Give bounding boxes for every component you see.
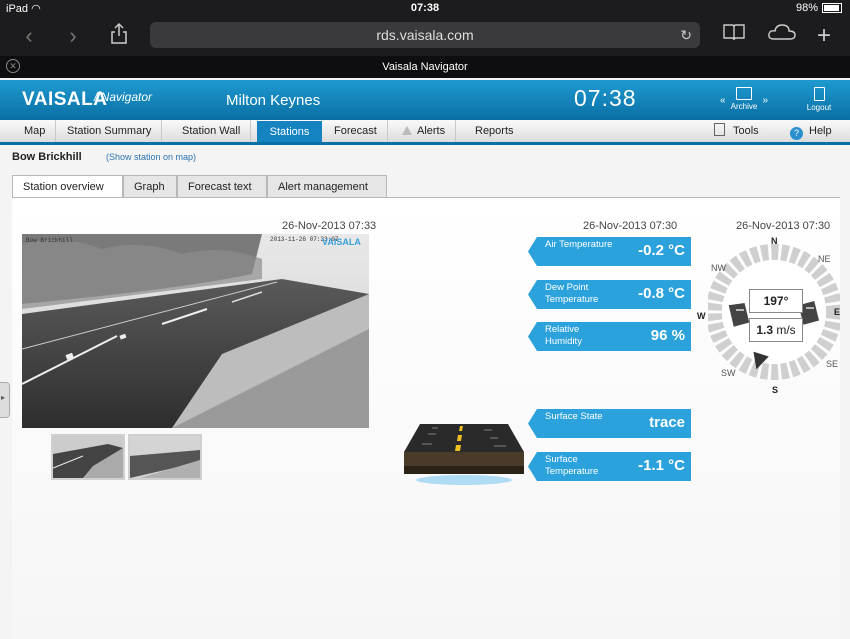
alert-icon [402, 126, 412, 135]
camera-timestamp: 26-Nov-2013 07:33 [282, 220, 377, 232]
compass-w: W [697, 311, 706, 321]
readings-timestamp: 26-Nov-2013 07:30 [583, 220, 678, 232]
camera-overlay-left: Bow Brickhill [26, 237, 73, 244]
surface-temperature-value: -1.1 °C [638, 457, 685, 474]
page-title: Vaisala Navigator [382, 61, 468, 73]
battery-icon [822, 3, 842, 14]
compass-ne: NE [818, 254, 831, 264]
archive-button[interactable]: « Archive » [720, 87, 768, 111]
wind-direction-value: 197° [749, 289, 803, 313]
menu-station-wall[interactable]: Station Wall [172, 120, 252, 142]
page-title-bar: ✕ Vaisala Navigator [0, 56, 850, 78]
location-name: Milton Keynes [226, 92, 321, 109]
surface-state-value: trace [649, 414, 685, 431]
compass-n: N [771, 236, 778, 246]
logout-button[interactable]: Logout [799, 87, 839, 112]
surface-temperature-reading: Surface Temperature -1.1 °C [528, 452, 691, 481]
compass-s: S [772, 385, 779, 395]
road-surface-icon [402, 418, 526, 488]
show-station-on-map-link[interactable]: (Show station on map) [106, 152, 196, 162]
back-icon[interactable]: ‹ [14, 22, 44, 50]
camera-watermark: VAISALA [322, 237, 361, 247]
logout-icon [813, 87, 825, 101]
chevron-right-icon: ▸ [1, 393, 6, 402]
air-temperature-value: -0.2 °C [638, 242, 685, 259]
camera-thumbnail-2[interactable] [128, 434, 202, 480]
cloud-tabs-icon[interactable] [764, 22, 800, 50]
tools-button[interactable]: Tools [704, 120, 769, 142]
share-icon[interactable] [103, 22, 135, 50]
menu-alerts[interactable]: Alerts [392, 120, 457, 142]
menu-map[interactable]: Map [14, 120, 57, 142]
menu-reports[interactable]: Reports [465, 120, 524, 142]
new-tab-icon[interactable]: + [808, 22, 840, 50]
compass-nw: NW [711, 263, 726, 273]
menu-station-summary[interactable]: Station Summary [57, 120, 163, 142]
bookmarks-icon[interactable] [718, 22, 750, 50]
reload-icon[interactable]: ↻ [680, 22, 692, 48]
archive-icon [736, 87, 752, 100]
main-menu: Map Station Summary Station Wall Station… [0, 120, 850, 145]
humidity-value: 96 % [650, 327, 685, 344]
tab-station-overview[interactable]: Station overview [12, 175, 123, 198]
tools-icon [714, 123, 725, 136]
tab-alert-management[interactable]: Alert management [267, 175, 387, 197]
camera-image[interactable]: Bow Brickhill 2013-11-26 07:33:07 VAISAL… [22, 234, 369, 428]
ios-status-bar: iPad ◠ 07:38 98% [0, 0, 850, 18]
side-panel-handle[interactable]: ▸ [0, 382, 10, 418]
compass-e: E [834, 307, 841, 317]
wind-timestamp: 26-Nov-2013 07:30 [736, 220, 831, 232]
humidity-reading: Relative Humidity 96 % [528, 322, 691, 351]
menu-forecast[interactable]: Forecast [324, 120, 388, 142]
tab-forecast-text[interactable]: Forecast text [177, 175, 267, 197]
chevron-left-icon: « [720, 95, 726, 106]
url-bar[interactable]: rds.vaisala.com ↻ [150, 22, 700, 48]
navigator-label: / Navigator [94, 90, 153, 104]
url-text: rds.vaisala.com [376, 27, 474, 43]
browser-toolbar: ‹ › rds.vaisala.com ↻ + [0, 18, 850, 56]
dew-point-reading: Dew Point Temperature -0.8 °C [528, 280, 691, 309]
air-temperature-reading: Air Temperature -0.2 °C [528, 237, 691, 266]
tab-graph[interactable]: Graph [123, 175, 177, 197]
header-clock: 07:38 [574, 85, 637, 111]
help-icon: ? [790, 127, 803, 140]
compass-se: SE [826, 359, 839, 369]
camera-thumbnail-1[interactable] [51, 434, 125, 480]
compass-sw: SW [721, 368, 736, 378]
wind-speed-box: 1.3 m/s [749, 318, 803, 342]
chevron-right-icon: » [762, 95, 768, 106]
station-name: Bow Brickhill [12, 151, 82, 163]
menu-stations[interactable]: Stations [257, 121, 322, 142]
dew-point-value: -0.8 °C [638, 285, 685, 302]
wind-speed-value: 1.3 [756, 323, 773, 337]
status-time: 07:38 [410, 2, 440, 14]
help-button[interactable]: ? Help [780, 120, 842, 142]
app-header: VAISALA / Navigator Milton Keynes 07:38 … [0, 80, 850, 120]
surface-state-reading: Surface State trace [528, 409, 691, 438]
wind-speed-unit: m/s [776, 323, 796, 337]
battery-indicator: 98% [796, 2, 842, 14]
forward-icon[interactable]: › [58, 22, 88, 50]
